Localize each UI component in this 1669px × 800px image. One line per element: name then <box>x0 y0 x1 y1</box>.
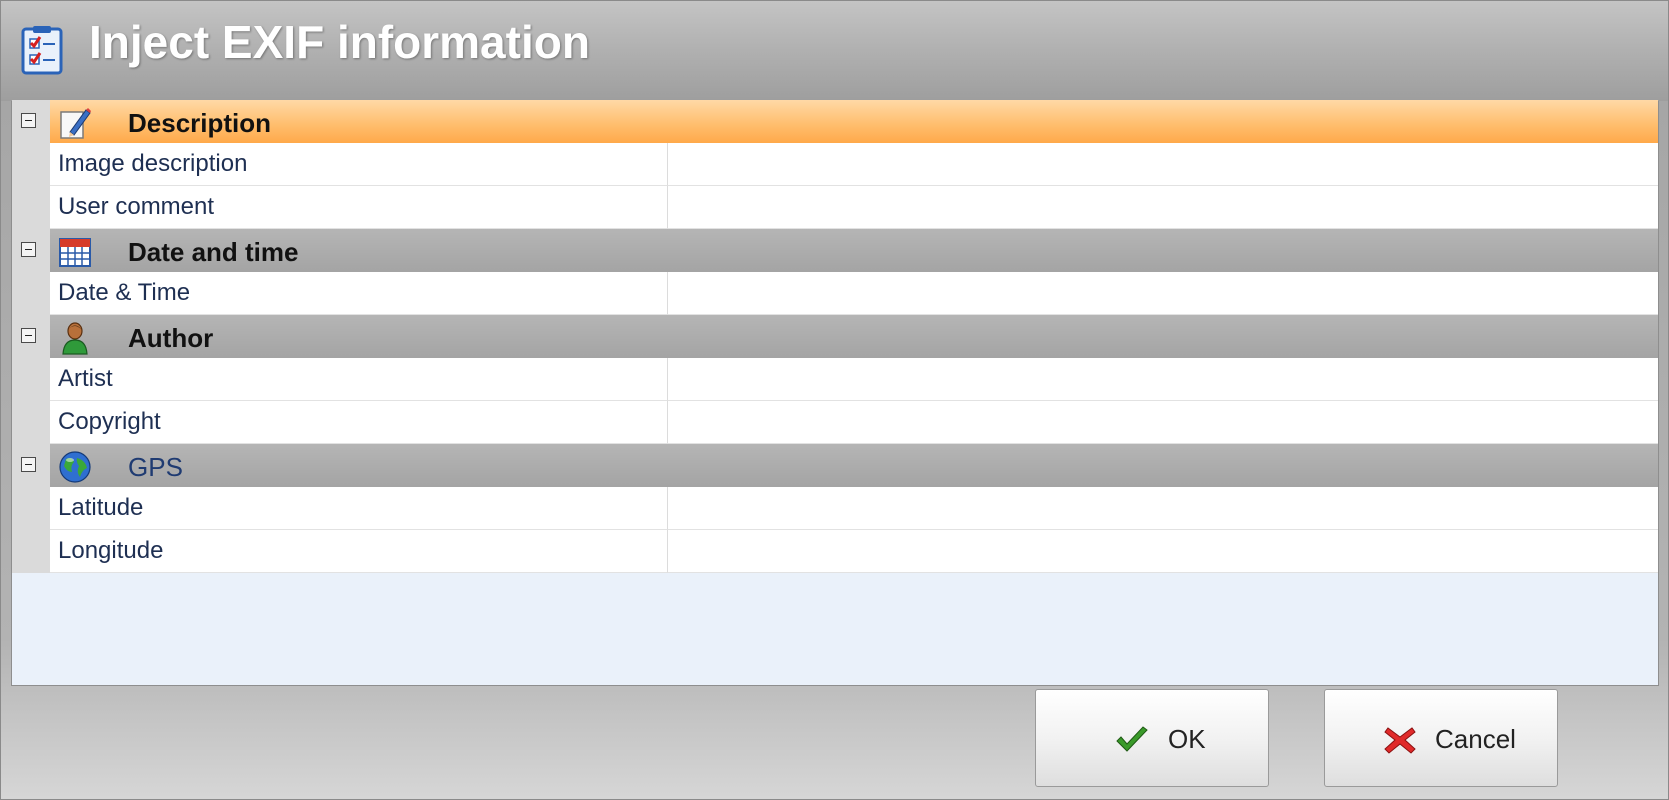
cross-icon <box>1384 727 1416 754</box>
row-gutter <box>12 530 50 573</box>
property-row[interactable]: Image description <box>12 143 1658 186</box>
user-comment-value[interactable] <box>668 186 1658 229</box>
category-label: Description <box>128 108 272 138</box>
globe-icon <box>59 451 91 483</box>
exif-dialog: Inject EXIF information Description Imag… <box>0 0 1669 800</box>
property-row[interactable]: Artist <box>12 358 1658 401</box>
property-name: Latitude <box>50 487 668 530</box>
pencil-icon <box>60 108 91 139</box>
calendar-icon <box>59 238 91 267</box>
row-gutter <box>12 143 50 186</box>
category-date-time[interactable]: Date and time <box>12 229 1658 272</box>
category-author[interactable]: Author <box>12 315 1658 358</box>
collapse-toggle[interactable] <box>21 328 36 343</box>
cancel-button[interactable]: Cancel <box>1324 689 1558 787</box>
row-gutter <box>12 272 50 315</box>
category-label: GPS <box>128 452 183 482</box>
category-description[interactable]: Description <box>12 100 1658 143</box>
collapse-toggle[interactable] <box>21 113 36 128</box>
latitude-value[interactable] <box>668 487 1658 530</box>
property-name: Date & Time <box>50 272 668 315</box>
property-name: Longitude <box>50 530 668 573</box>
category-header[interactable]: Date and time <box>50 229 1658 272</box>
row-gutter <box>12 358 50 401</box>
property-grid: Description Image description User comme… <box>11 100 1659 686</box>
category-header[interactable]: GPS <box>50 444 1658 487</box>
checklist-icon <box>21 26 63 75</box>
collapse-toggle[interactable] <box>21 457 36 472</box>
ok-label: OK <box>1168 724 1206 754</box>
ok-button[interactable]: OK <box>1035 689 1269 787</box>
longitude-value[interactable] <box>668 530 1658 573</box>
property-row[interactable]: Date & Time <box>12 272 1658 315</box>
property-row[interactable]: Latitude <box>12 487 1658 530</box>
property-row[interactable]: User comment <box>12 186 1658 229</box>
artist-value[interactable] <box>668 358 1658 401</box>
collapse-toggle[interactable] <box>21 242 36 257</box>
property-row[interactable]: Longitude <box>12 530 1658 573</box>
row-gutter <box>12 401 50 444</box>
property-name: Image description <box>50 143 668 186</box>
category-gps[interactable]: GPS <box>12 444 1658 487</box>
row-gutter <box>12 186 50 229</box>
date-time-value[interactable] <box>668 272 1658 315</box>
user-icon <box>62 322 88 355</box>
title-bar[interactable]: Inject EXIF information <box>1 1 1668 101</box>
image-description-value[interactable] <box>668 143 1658 186</box>
property-row[interactable]: Copyright <box>12 401 1658 444</box>
cancel-label: Cancel <box>1435 724 1516 754</box>
property-name: Artist <box>50 358 668 401</box>
row-gutter <box>12 487 50 530</box>
checkmark-icon <box>1116 726 1148 752</box>
category-label: Author <box>128 323 214 353</box>
category-header[interactable]: Description <box>50 100 1658 143</box>
category-header[interactable]: Author <box>50 315 1658 358</box>
property-name: User comment <box>50 186 668 229</box>
category-label: Date and time <box>128 237 299 267</box>
property-name: Copyright <box>50 401 668 444</box>
copyright-value[interactable] <box>668 401 1658 444</box>
dialog-title: Inject EXIF information <box>89 16 590 68</box>
